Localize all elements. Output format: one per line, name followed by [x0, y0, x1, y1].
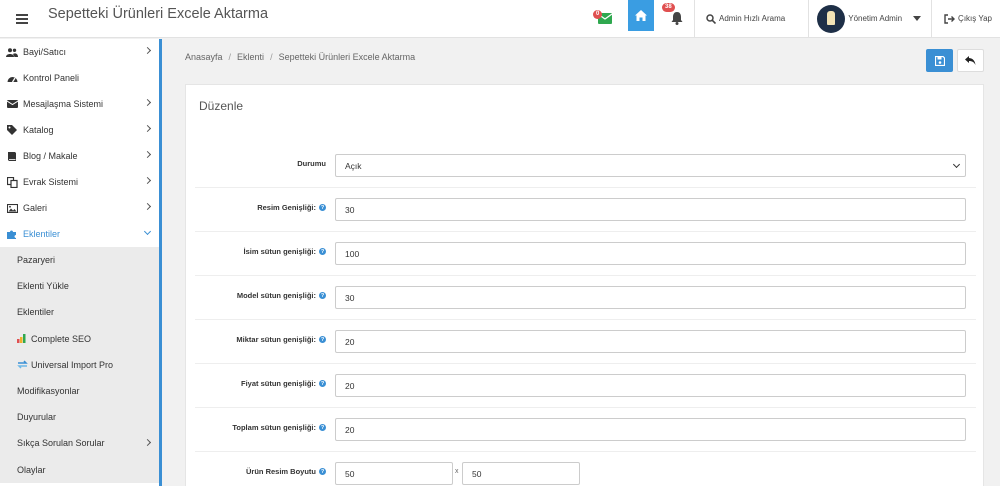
messages-button[interactable]: 0: [588, 0, 622, 37]
sidebar-subitem-sss[interactable]: Sıkça Sorulan Sorular: [0, 430, 159, 456]
bell-icon: [671, 12, 683, 25]
seo-bars-icon: [17, 334, 26, 344]
breadcrumb: Anasayfa / Eklenti / Sepetteki Ürünleri …: [185, 52, 416, 62]
status-select[interactable]: Açık: [335, 154, 966, 177]
sign-out-icon: [944, 13, 956, 24]
breadcrumb-eklenti-link[interactable]: Eklenti: [237, 52, 264, 62]
documents-icon: [6, 176, 18, 188]
form-row-durumu: Durumu Açık: [195, 144, 976, 188]
breadcrumb-home-link[interactable]: Anasayfa: [185, 52, 223, 62]
sidebar-item-galeri[interactable]: Galeri: [0, 195, 159, 221]
sidebar-item-eklentiler[interactable]: Eklentiler: [0, 221, 159, 247]
puzzle-icon: [6, 228, 18, 240]
sidebar-item-katalog[interactable]: Katalog: [0, 117, 159, 143]
breadcrumb-current: Sepetteki Ürünleri Excele Aktarma: [278, 52, 416, 62]
form-row-urun-resim-boyutu: Ürün Resim Boyutu? 50 x 50: [195, 452, 976, 486]
notifications-button[interactable]: 38: [660, 0, 694, 37]
top-header: Sepetteki Ürünleri Excele Aktarma 0 38 A…: [0, 0, 1000, 38]
form-row-toplam-sutun: Toplam sütun genişliği:? 20: [195, 408, 976, 452]
field-label: İsim sütun genişliği:?: [243, 247, 326, 256]
sidebar-subitem-eklentiler[interactable]: Eklentiler: [0, 299, 159, 325]
name-column-width-input[interactable]: 100: [335, 242, 966, 265]
hamburger-icon: [16, 13, 28, 24]
chevron-right-icon: [143, 46, 152, 55]
field-label: Resim Genişliği:?: [257, 203, 326, 212]
logout-button[interactable]: Çıkış Yap: [932, 0, 1000, 37]
field-label: Durumu: [297, 159, 326, 168]
total-column-width-input[interactable]: 20: [335, 418, 966, 441]
chevron-right-icon: [143, 124, 152, 133]
avatar: [817, 4, 846, 33]
field-label: Model sütun genişliği:?: [236, 291, 326, 300]
chevron-right-icon: [143, 202, 152, 211]
panel-title: Düzenle: [199, 99, 244, 113]
form-row-resim-genisligi: Resim Genişliği:? 30: [195, 188, 976, 232]
dashboard-icon: [6, 72, 18, 84]
field-label: Miktar sütun genişliği:?: [236, 335, 326, 344]
caret-down-icon: [913, 16, 922, 21]
form-row-isim-sutun: İsim sütun genişliği:? 100: [195, 232, 976, 276]
users-icon: [6, 46, 18, 58]
save-button[interactable]: [926, 49, 953, 72]
menu-toggle-button[interactable]: [0, 0, 44, 37]
help-icon[interactable]: ?: [319, 292, 326, 299]
dimension-separator: x: [455, 468, 459, 475]
field-label: Fiyat sütun genişliği:?: [240, 379, 326, 388]
search-icon: [706, 13, 716, 24]
sidebar-subitem-pazaryeri[interactable]: Pazaryeri: [0, 247, 159, 273]
model-column-width-input[interactable]: 30: [335, 286, 966, 309]
help-icon[interactable]: ?: [319, 204, 326, 211]
field-label: Ürün Resim Boyutu?: [245, 467, 326, 476]
help-icon[interactable]: ?: [319, 380, 326, 387]
form-row-fiyat-sutun: Fiyat sütun genişliği:? 20: [195, 364, 976, 408]
price-column-width-input[interactable]: 20: [335, 374, 966, 397]
page-title: Sepetteki Ürünleri Excele Aktarma: [48, 6, 269, 22]
sidebar-subitem-eklenti-yukle[interactable]: Eklenti Yükle: [0, 273, 159, 299]
sidebar-subitem-olaylar[interactable]: Olaylar: [0, 457, 159, 483]
user-menu[interactable]: Yönetim Admin: [809, 0, 931, 37]
image-icon: [6, 202, 18, 214]
admin-quick-search[interactable]: Admin Hızlı Arama: [695, 0, 808, 37]
sidebar-item-evrak[interactable]: Evrak Sistemi: [0, 169, 159, 195]
sidebar-item-mesajlasma[interactable]: Mesajlaşma Sistemi: [0, 91, 159, 117]
form-row-model-sutun: Model sütun genişliği:? 30: [195, 276, 976, 320]
help-icon[interactable]: ?: [319, 424, 326, 431]
envelope-icon: [6, 98, 18, 110]
eklentiler-submenu: Pazaryeri Eklenti Yükle Eklentiler Compl…: [0, 247, 159, 483]
back-button[interactable]: [957, 49, 984, 72]
chevron-down-icon: [143, 227, 152, 236]
chevron-right-icon: [143, 150, 152, 159]
sidebar-subitem-universal-import[interactable]: Universal Import Pro: [0, 352, 159, 378]
field-label: Toplam sütun genişliği:?: [232, 423, 326, 432]
help-icon[interactable]: ?: [319, 336, 326, 343]
edit-panel: Düzenle Durumu Açık Resim Genişliği:? 30…: [185, 84, 984, 486]
chevron-right-icon: [143, 98, 152, 107]
help-icon[interactable]: ?: [319, 248, 326, 255]
reply-arrow-icon: [965, 56, 976, 65]
book-icon: [6, 150, 18, 162]
home-button[interactable]: [627, 0, 654, 31]
sidebar-subitem-duyurular[interactable]: Duyurular: [0, 404, 159, 430]
chevron-right-icon: [143, 176, 152, 185]
main-content: Anasayfa / Eklenti / Sepetteki Ürünleri …: [165, 39, 1000, 486]
help-icon[interactable]: ?: [319, 468, 326, 475]
tags-icon: [6, 124, 18, 136]
product-image-width-input[interactable]: 50: [335, 462, 453, 485]
floppy-disk-icon: [934, 55, 945, 66]
quantity-column-width-input[interactable]: 20: [335, 330, 966, 353]
home-icon: [634, 10, 647, 21]
product-image-height-input[interactable]: 50: [462, 462, 580, 485]
form-row-miktar-sutun: Miktar sütun genişliği:? 20: [195, 320, 976, 364]
sidebar-subitem-modifikasyonlar[interactable]: Modifikasyonlar: [0, 378, 159, 404]
chevron-right-icon: [143, 439, 152, 447]
image-width-input[interactable]: 30: [335, 198, 966, 221]
notifications-badge: 38: [661, 3, 675, 12]
sidebar-item-bayi-satici[interactable]: Bayi/Satıcı: [0, 39, 159, 65]
import-arrows-icon: [17, 360, 28, 369]
sidebar-item-kontrol-paneli[interactable]: Kontrol Paneli: [0, 65, 159, 91]
sidebar-item-blog[interactable]: Blog / Makale: [0, 143, 159, 169]
sidebar-subitem-complete-seo[interactable]: Complete SEO: [0, 326, 159, 352]
sidebar: Bayi/Satıcı Kontrol Paneli Mesajlaşma Si…: [0, 39, 162, 486]
